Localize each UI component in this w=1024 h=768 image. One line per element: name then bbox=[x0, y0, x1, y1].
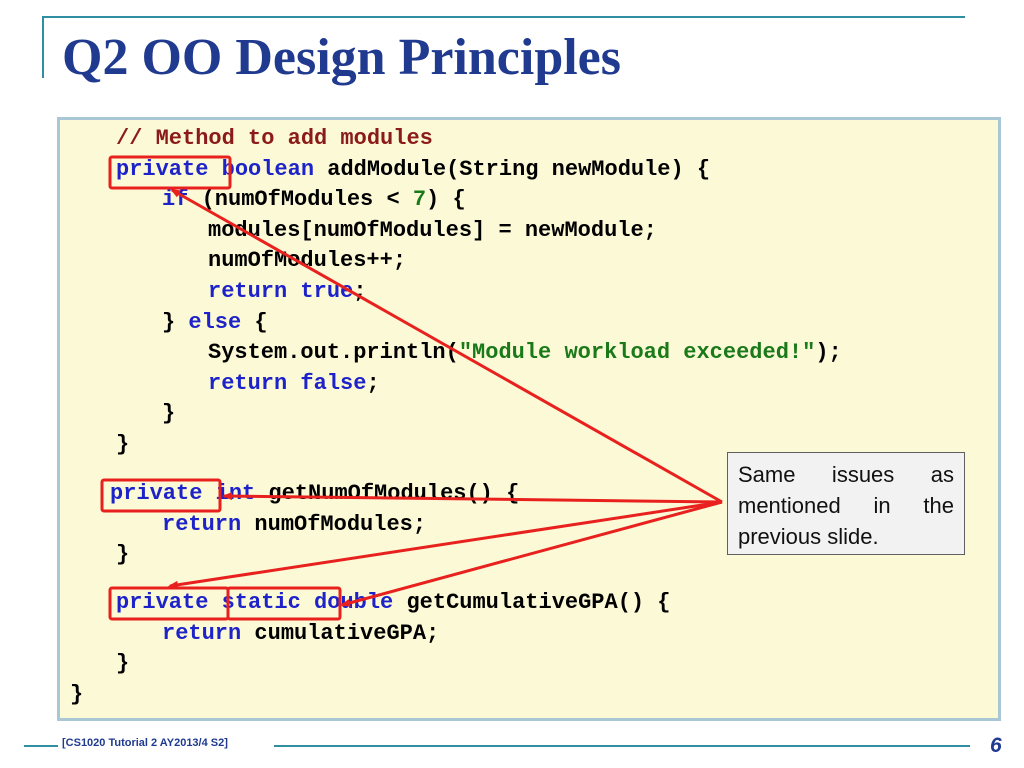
highlight-box-static bbox=[226, 586, 342, 621]
arrow-to-private-3 bbox=[168, 500, 723, 589]
footer-rule-left bbox=[24, 745, 58, 747]
page-number: 6 bbox=[990, 734, 1002, 757]
annotation-overlay bbox=[100, 155, 723, 621]
arrow-to-private-1 bbox=[170, 188, 723, 504]
highlight-box-private-1 bbox=[108, 155, 232, 190]
highlight-box-private-3 bbox=[108, 586, 230, 621]
arrow-to-static bbox=[340, 500, 723, 607]
footer-course-label: [CS1020 Tutorial 2 AY2013/4 S2] bbox=[62, 737, 228, 749]
highlight-box-private-2 bbox=[100, 478, 222, 513]
footer-rule-right bbox=[274, 745, 970, 747]
arrow-to-private-2 bbox=[222, 492, 723, 504]
